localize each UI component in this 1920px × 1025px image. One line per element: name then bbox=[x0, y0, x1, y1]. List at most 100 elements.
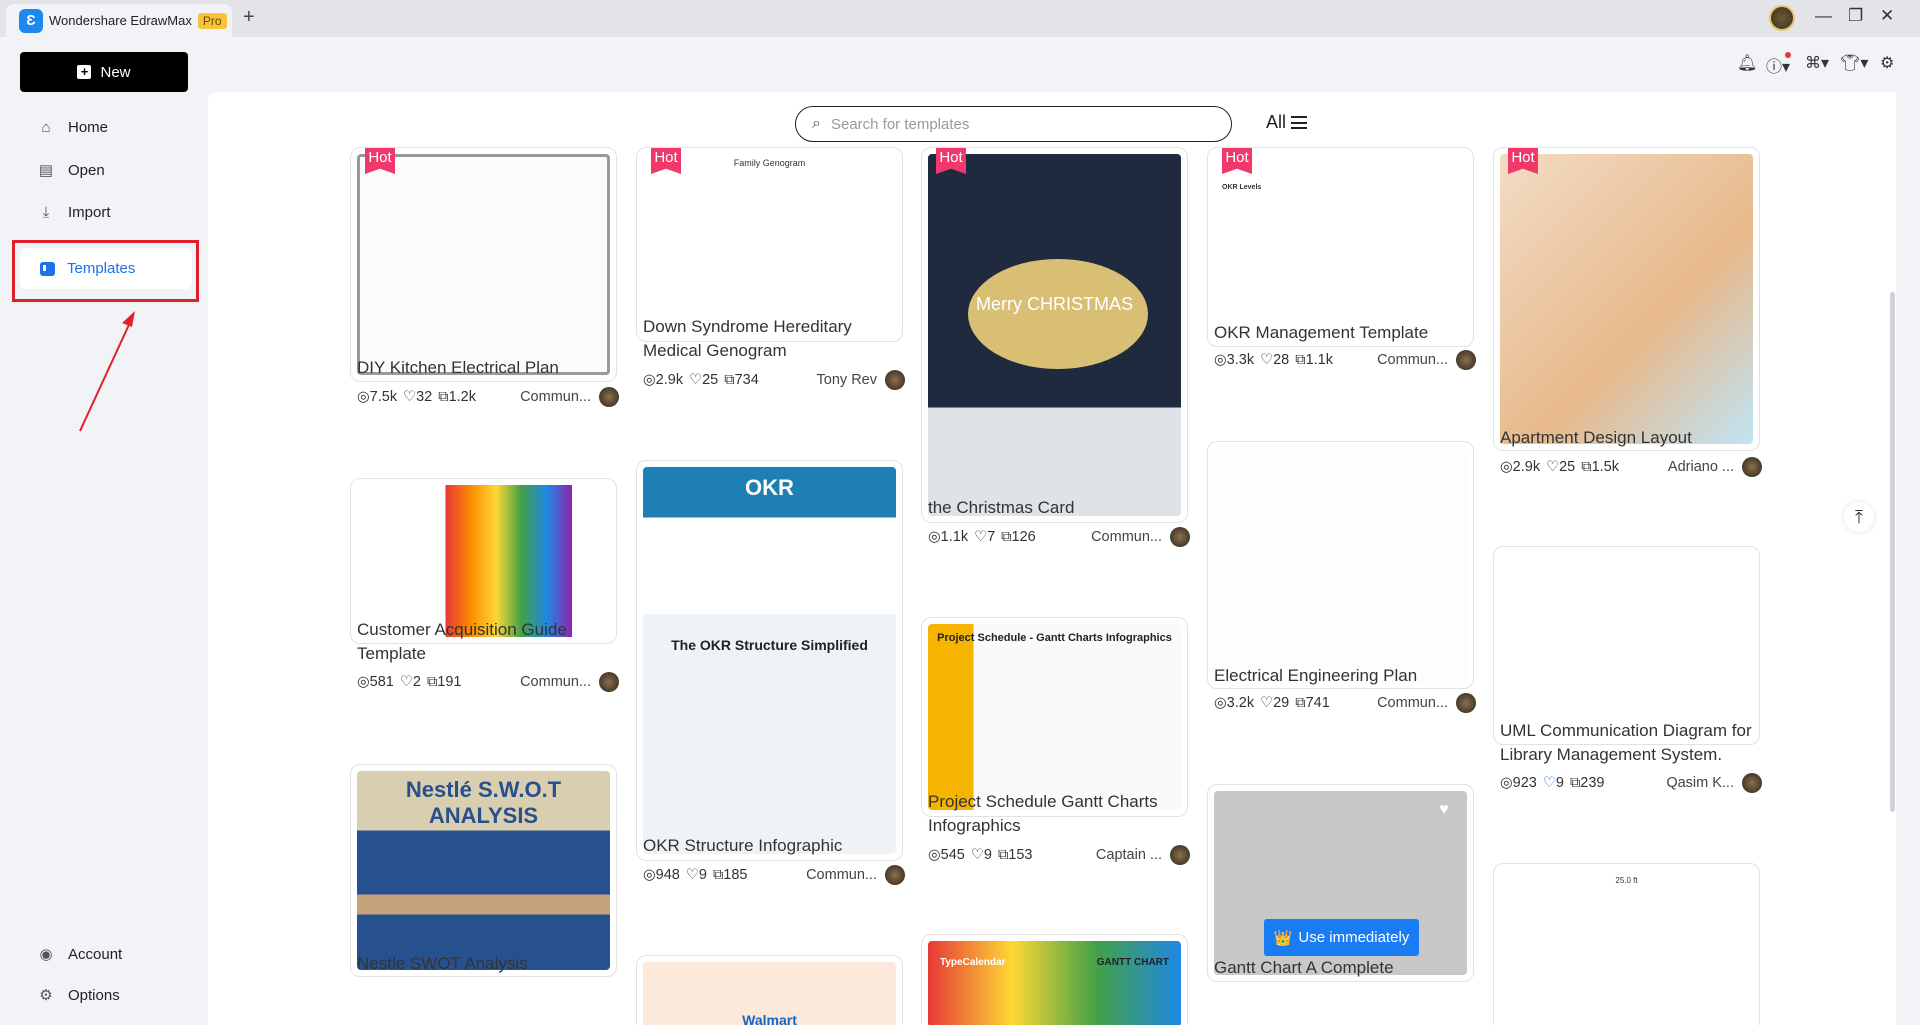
likes-icon[interactable]: ♡ bbox=[689, 372, 702, 388]
views-icon: ◎ bbox=[1214, 695, 1227, 711]
template-title[interactable]: UML Communication Diagram for Library Ma… bbox=[1500, 719, 1760, 767]
likes-icon[interactable]: ♡ bbox=[971, 847, 984, 863]
template-title[interactable]: OKR Management Template bbox=[1214, 321, 1474, 345]
sidebar-item-options[interactable]: ⚙ Options bbox=[38, 987, 119, 1004]
author-avatar[interactable] bbox=[1170, 527, 1190, 547]
filter-all-button[interactable]: All bbox=[1266, 112, 1308, 133]
search-box[interactable]: ⌕ bbox=[795, 106, 1232, 142]
thumbnail-text: GANTT CHART bbox=[1096, 957, 1169, 968]
template-card[interactable]: Nestlé S.W.O.T ANALYSIS bbox=[350, 764, 617, 977]
template-title[interactable]: OKR Structure Infographic bbox=[643, 834, 903, 858]
template-title[interactable]: Gantt Chart A Complete bbox=[1214, 956, 1474, 980]
dupes-stat: ⧉153 bbox=[998, 847, 1033, 863]
template-card[interactable]: 25.0 ft bbox=[1493, 863, 1760, 1025]
template-title[interactable]: the Christmas Card bbox=[928, 496, 1188, 520]
template-card[interactable]: OKR The OKR Structure Simplified bbox=[636, 460, 903, 861]
template-thumbnail: 25.0 ft bbox=[1500, 870, 1753, 1025]
author-avatar[interactable] bbox=[599, 387, 619, 407]
likes-stat: ♡29 bbox=[1260, 695, 1289, 711]
template-card[interactable]: ♥ 👑 Use immediately bbox=[1207, 784, 1474, 982]
template-stats: ◎923 ♡9 ⧉239 Qasim K... bbox=[1500, 773, 1762, 793]
views-count: 923 bbox=[1512, 775, 1537, 791]
author-avatar[interactable] bbox=[1742, 457, 1762, 477]
template-card[interactable]: Merry CHRISTMAS Hot bbox=[921, 147, 1188, 523]
author-avatar[interactable] bbox=[885, 370, 905, 390]
likes-count: 7 bbox=[987, 529, 996, 545]
template-thumbnail: TypeCalendar GANTT CHART bbox=[928, 941, 1181, 1025]
author-name[interactable]: Captain ... bbox=[1096, 847, 1162, 863]
likes-stat: ♡32 bbox=[403, 389, 432, 405]
author-name[interactable]: Commun... bbox=[520, 674, 591, 690]
likes-icon[interactable]: ♡ bbox=[1543, 775, 1556, 791]
author-name[interactable]: Commun... bbox=[1377, 695, 1448, 711]
author-name[interactable]: Commun... bbox=[1377, 352, 1448, 368]
template-card[interactable]: Walmart bbox=[636, 955, 903, 1025]
close-button[interactable]: ✕ bbox=[1880, 6, 1894, 26]
template-title[interactable]: Apartment Design Layout bbox=[1500, 426, 1760, 450]
template-thumbnail bbox=[357, 154, 610, 375]
author-avatar[interactable] bbox=[1456, 693, 1476, 713]
template-card[interactable] bbox=[1493, 546, 1760, 745]
duplicates-icon: ⧉ bbox=[1295, 695, 1306, 711]
favorite-icon[interactable]: ♥ bbox=[1431, 797, 1457, 823]
duplicates-icon: ⧉ bbox=[426, 674, 438, 690]
template-card[interactable]: Hot bbox=[350, 147, 617, 382]
use-immediately-button[interactable]: 👑 Use immediately bbox=[1264, 919, 1419, 956]
likes-count: 25 bbox=[702, 372, 719, 388]
minimize-button[interactable]: — bbox=[1815, 6, 1832, 26]
author-name[interactable]: Commun... bbox=[520, 389, 591, 405]
template-thumbnail bbox=[1500, 553, 1753, 738]
author-avatar[interactable] bbox=[885, 865, 905, 885]
duplicates-icon: ⧉ bbox=[712, 867, 724, 883]
search-input[interactable] bbox=[830, 115, 1211, 133]
template-card[interactable]: Hot bbox=[1493, 147, 1760, 451]
template-thumbnail: Family Genogram bbox=[643, 154, 896, 335]
template-title[interactable]: DIY Kitchen Electrical Plan bbox=[357, 356, 617, 380]
template-thumbnail: Project Schedule - Gantt Charts Infograp… bbox=[928, 624, 1181, 810]
template-title[interactable]: Down Syndrome Hereditary Medical Genogra… bbox=[643, 315, 903, 363]
template-thumbnail bbox=[1500, 154, 1753, 444]
new-tab-button[interactable]: + bbox=[243, 6, 255, 29]
scrollbar[interactable] bbox=[1890, 292, 1895, 812]
dupes-stat: ⧉191 bbox=[427, 674, 462, 690]
likes-icon[interactable]: ♡ bbox=[1546, 459, 1559, 475]
likes-icon[interactable]: ♡ bbox=[400, 674, 413, 690]
sidebar-item-account[interactable]: ◉ Account bbox=[38, 946, 122, 963]
likes-icon[interactable]: ♡ bbox=[403, 389, 416, 405]
likes-icon[interactable]: ♡ bbox=[1260, 695, 1273, 711]
author-avatar[interactable] bbox=[1742, 773, 1762, 793]
likes-count: 9 bbox=[1555, 775, 1564, 791]
bell-icon[interactable]: 🔔︎ bbox=[1737, 53, 1757, 73]
author-avatar[interactable] bbox=[599, 672, 619, 692]
author-name[interactable]: Commun... bbox=[806, 867, 877, 883]
template-card[interactable]: Family Genogram Hot bbox=[636, 147, 903, 342]
views-count: 1.1k bbox=[940, 529, 969, 545]
template-title[interactable]: Nestle SWOT Analysis bbox=[357, 952, 617, 976]
template-stats: ◎948 ♡9 ⧉185 Commun... bbox=[643, 865, 905, 885]
template-title[interactable]: Project Schedule Gantt Charts Infographi… bbox=[928, 790, 1188, 838]
user-avatar[interactable] bbox=[1769, 5, 1795, 31]
menu-icon bbox=[1291, 116, 1308, 129]
author-avatar[interactable] bbox=[1456, 350, 1476, 370]
back-to-top-button[interactable]: ⤒ bbox=[1844, 502, 1874, 532]
theme-icon[interactable]: 👕︎▾ bbox=[1840, 53, 1868, 73]
likes-icon[interactable]: ♡ bbox=[1260, 352, 1273, 368]
author-name[interactable]: Tony Rev bbox=[817, 372, 877, 388]
template-title[interactable]: Customer Acquisition Guide Template bbox=[357, 618, 617, 666]
thumbnail-text: 25.0 ft bbox=[1615, 876, 1638, 885]
template-title[interactable]: Electrical Engineering Plan bbox=[1214, 664, 1474, 688]
likes-icon[interactable]: ♡ bbox=[974, 529, 987, 545]
likes-stat: ♡9 bbox=[1543, 775, 1564, 791]
author-name[interactable]: Qasim K... bbox=[1666, 775, 1734, 791]
template-card[interactable]: TypeCalendar GANTT CHART bbox=[921, 934, 1188, 1025]
template-card[interactable]: Project Schedule - Gantt Charts Infograp… bbox=[921, 617, 1188, 817]
likes-icon[interactable]: ♡ bbox=[686, 867, 699, 883]
author-name[interactable]: Adriano ... bbox=[1668, 459, 1734, 475]
settings-icon[interactable]: ⚙ bbox=[1880, 53, 1894, 73]
apps-icon[interactable]: ⌘▾ bbox=[1805, 53, 1829, 73]
restore-button[interactable]: ❐ bbox=[1848, 6, 1863, 26]
template-card[interactable] bbox=[1207, 441, 1474, 689]
author-avatar[interactable] bbox=[1170, 845, 1190, 865]
author-name[interactable]: Commun... bbox=[1091, 529, 1162, 545]
template-card[interactable]: OKR Levels Hot bbox=[1207, 147, 1474, 347]
